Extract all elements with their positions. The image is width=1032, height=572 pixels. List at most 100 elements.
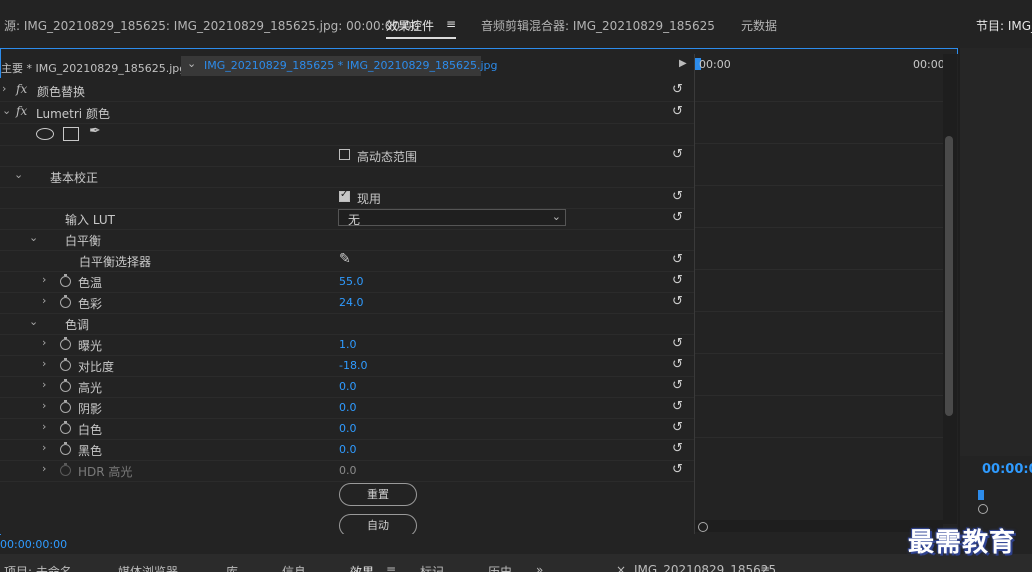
hdr-range-checkbox[interactable] [339,149,350,160]
chevron-right-icon[interactable]: › [42,273,46,286]
blacks-value[interactable]: 0.0 [339,443,357,456]
program-timecode[interactable]: 00:00:0 [982,462,1032,477]
tab-markers[interactable]: 标记 [420,563,444,572]
reset-icon[interactable]: ↺ [672,336,683,351]
reset-icon[interactable]: ↺ [672,399,683,414]
basic-correction-row[interactable]: ⌄ 基本校正 [0,166,694,188]
reset-icon[interactable]: ↺ [672,294,683,309]
tab-info[interactable]: 信息 [282,563,306,572]
white-balance-row[interactable]: ⌄ 白平衡 [0,229,694,251]
stopwatch-icon[interactable] [60,295,71,308]
chevron-down-icon[interactable]: ⌄ [2,104,11,117]
timeline-ruler[interactable]: 00:00 00:00 [695,54,945,78]
scrollbar-thumb[interactable] [945,136,953,416]
reset-icon[interactable]: ↺ [672,420,683,435]
shadows-value[interactable]: 0.0 [339,401,357,414]
reset-icon[interactable]: ↺ [672,147,683,162]
program-scrubber[interactable] [978,490,1032,514]
effect-row-color-replace[interactable]: › fx 颜色替换 ↺ [0,80,694,102]
reset-icon[interactable]: ↺ [672,252,683,267]
chevron-right-icon[interactable]: › [42,399,46,412]
ellipse-mask-icon[interactable] [36,128,54,140]
mask-tools-row: ✒ [0,123,694,146]
horizontal-scrollbar[interactable] [695,520,943,532]
keyframe-area[interactable] [695,78,943,518]
chevron-down-icon[interactable]: ⌄ [187,57,196,70]
highlights-value[interactable]: 0.0 [339,380,357,393]
stopwatch-icon[interactable] [60,358,71,371]
reset-icon[interactable]: ↺ [672,357,683,372]
auto-button[interactable]: 自动 [339,514,417,534]
zoom-handle[interactable] [978,504,988,514]
vertical-scrollbar[interactable] [943,54,957,524]
chevron-right-icon[interactable]: › [42,378,46,391]
tab-metadata[interactable]: 元数据 [741,17,777,34]
stopwatch-icon[interactable] [60,442,71,455]
contrast-value[interactable]: -18.0 [339,359,367,372]
reset-icon[interactable]: ↺ [672,462,683,477]
stopwatch-icon[interactable] [60,274,71,287]
chevron-down-icon[interactable]: ⌄ [29,231,38,244]
chevron-down-icon[interactable]: ⌄ [14,168,23,181]
tab-effect-controls[interactable]: 效果控件 [386,17,434,34]
tab-sequence[interactable]: IMG_20210829_185625 [634,563,776,572]
active-tab-underline [386,37,456,39]
chevron-right-icon[interactable]: › [42,336,46,349]
reset-icon[interactable]: ↺ [672,273,683,288]
eyedropper-icon[interactable]: ✎ [339,251,351,267]
chevron-right-icon[interactable]: › [42,420,46,433]
whites-value[interactable]: 0.0 [339,422,357,435]
chevron-right-icon[interactable]: › [42,357,46,370]
exposure-value[interactable]: 1.0 [339,338,357,351]
zoom-handle[interactable] [698,522,708,532]
property-label: 对比度 [78,360,115,374]
tab-source[interactable]: 源: IMG_20210829_185625: IMG_20210829_185… [4,17,419,34]
rectangle-mask-icon[interactable] [63,127,79,141]
reset-icon[interactable]: ↺ [672,378,683,393]
reset-icon[interactable]: ↺ [672,210,683,225]
chevron-right-icon[interactable]: › [42,441,46,454]
tab-effects[interactable]: 效果 [350,563,374,572]
reset-icon[interactable]: ↺ [672,104,683,119]
chevron-right-icon[interactable]: › [2,82,6,95]
chevron-down-icon[interactable]: ⌄ [29,315,38,328]
reset-button[interactable]: 重置 [339,483,417,506]
program-title[interactable]: 节目: IMG_ [976,17,1032,34]
stopwatch-icon[interactable] [60,337,71,350]
tint-value[interactable]: 24.0 [339,296,364,309]
clip-selector-label: IMG_20210829_185625 * IMG_20210829_18562… [204,59,498,72]
more-tabs-icon[interactable]: » [536,563,543,572]
tab-history[interactable]: 历史 [488,563,512,572]
chevron-right-icon[interactable]: › [42,462,46,475]
fx-icon[interactable]: fx [16,82,27,96]
panel-menu-icon[interactable]: ≡ [386,563,396,572]
play-triangle-icon[interactable]: ▶ [679,58,687,69]
fx-icon[interactable]: fx [16,104,27,118]
tab-audio-mixer[interactable]: 音频剪辑混合器: IMG_20210829_185625 [481,17,715,34]
clip-selector[interactable]: ⌄ IMG_20210829_185625 * IMG_20210829_185… [181,56,498,76]
master-clip-label[interactable]: 主要 * IMG_20210829_185625.jpg [1,60,186,76]
stopwatch-icon[interactable] [60,400,71,413]
reset-icon[interactable]: ↺ [672,441,683,456]
stopwatch-icon[interactable] [60,379,71,392]
effect-row-lumetri[interactable]: ⌄ fx Lumetri 颜色 ↺ [0,102,694,124]
chevron-right-icon[interactable]: › [42,294,46,307]
tab-project[interactable]: 项目: 未命名 [4,563,72,572]
exposure-row: › 曝光 1.0 ↺ [0,334,694,356]
program-viewport[interactable] [960,48,1032,456]
close-icon[interactable]: × [616,563,626,572]
tab-media-browser[interactable]: 媒体浏览器 [118,563,178,572]
tab-libraries[interactable]: 库 [226,563,238,572]
panel-menu-icon[interactable]: ≡ [760,563,770,572]
pen-mask-icon[interactable]: ✒ [89,123,101,139]
temperature-value[interactable]: 55.0 [339,275,364,288]
program-playhead[interactable] [978,490,984,500]
reset-icon[interactable]: ↺ [672,189,683,204]
panel-menu-icon[interactable]: ≡ [446,17,456,31]
enable-checkbox[interactable] [339,189,350,202]
reset-icon[interactable]: ↺ [672,82,683,97]
input-lut-select[interactable]: 无 ⌄ [338,209,566,227]
tone-row[interactable]: ⌄ 色调 [0,313,694,335]
stopwatch-icon[interactable] [60,421,71,434]
current-timecode[interactable]: 00:00:00:00 [0,538,67,551]
